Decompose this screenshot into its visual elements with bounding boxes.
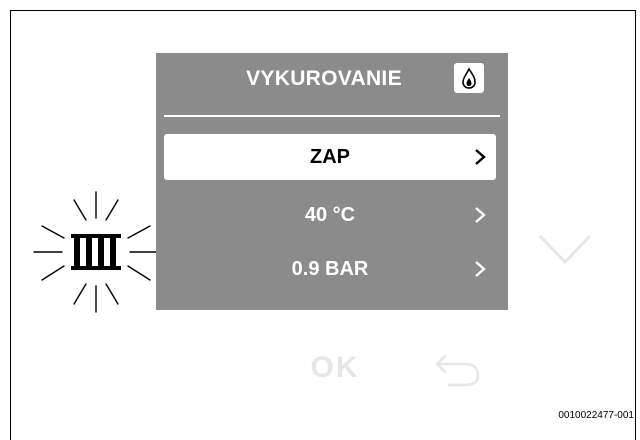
menu-item-status[interactable]: ZAP [164, 134, 496, 180]
menu-item-pressure[interactable]: 0.9 BAR [164, 246, 496, 292]
title-divider [164, 115, 500, 117]
display-screen: VYKUROVANIE ZAP 40 °C 0.9 BAR [156, 53, 508, 310]
chevron-right-icon [475, 261, 486, 277]
menu-title: VYKUROVANIE [246, 67, 402, 90]
back-button[interactable] [432, 350, 482, 390]
chevron-right-icon [475, 207, 486, 223]
chevron-down-icon [538, 234, 592, 265]
menu-item-label: 0.9 BAR [291, 258, 369, 280]
figure-reference: 0010022477-001 [558, 410, 634, 421]
menu-item-label: 40 °C [304, 204, 356, 226]
down-button[interactable] [536, 232, 594, 268]
ok-button[interactable]: OK [300, 348, 370, 388]
menu-item-label: ZAP [310, 146, 350, 168]
heating-button[interactable] [30, 190, 162, 314]
back-arrow-icon [435, 354, 480, 387]
menu-item-temperature[interactable]: 40 °C [164, 192, 496, 238]
radiator-icon [33, 191, 159, 313]
chevron-right-icon [475, 149, 486, 165]
flame-icon [454, 63, 484, 93]
